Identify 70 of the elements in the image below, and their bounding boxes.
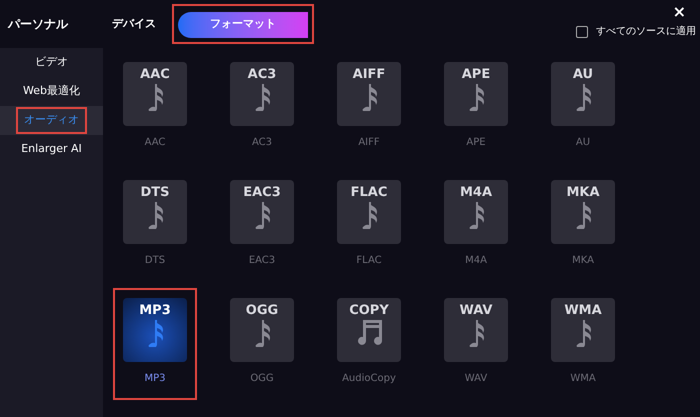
app-title: パーソナル — [8, 16, 70, 33]
sidebar-item[interactable]: オーディオ — [16, 107, 87, 134]
format-label: OGG — [250, 372, 274, 386]
format-name: FLAC — [350, 186, 388, 199]
format-tile[interactable]: AC3 — [230, 62, 294, 126]
format-label: AC3 — [252, 136, 272, 150]
music-note-icon — [147, 84, 163, 111]
format-name: OGG — [246, 304, 278, 317]
format-tab[interactable]: フォーマット — [178, 12, 308, 38]
format-name: MP3 — [139, 304, 171, 317]
format-name: WMA — [564, 304, 602, 317]
music-note-icon — [468, 84, 484, 111]
format-name: WAV — [460, 304, 492, 317]
format-tile[interactable]: FLAC — [337, 180, 401, 244]
format-tile[interactable]: WMA — [551, 298, 615, 362]
format-tile[interactable]: AU — [551, 62, 615, 126]
close-button[interactable]: × — [672, 4, 686, 20]
format-tile[interactable]: MKA — [551, 180, 615, 244]
format-name: MKA — [566, 186, 600, 199]
music-note-icon — [254, 320, 270, 347]
sidebar-item[interactable]: ビデオ — [27, 49, 76, 76]
format-tile[interactable]: AIFF — [337, 62, 401, 126]
format-label: MKA — [572, 254, 594, 268]
format-label: AAC — [144, 136, 166, 150]
format-tile[interactable]: AAC — [123, 62, 187, 126]
format-label: AIFF — [358, 136, 380, 150]
sidebar-item[interactable]: Enlarger AI — [13, 136, 90, 163]
format-name: M4A — [460, 186, 492, 199]
format-label: EAC3 — [248, 254, 276, 268]
format-tile[interactable]: OGG — [230, 298, 294, 362]
music-note-icon — [468, 202, 484, 229]
format-label: M4A — [465, 254, 487, 268]
format-tile[interactable]: WAV — [444, 298, 508, 362]
format-label: DTS — [144, 254, 166, 268]
music-note-icon — [254, 84, 270, 111]
format-tile[interactable]: APE — [444, 62, 508, 126]
music-note-icon — [147, 202, 163, 229]
format-name: EAC3 — [243, 186, 281, 199]
music-note-icon — [575, 202, 591, 229]
format-label: FLAC — [356, 254, 382, 268]
format-tile[interactable]: DTS — [123, 180, 187, 244]
format-label: WMA — [570, 372, 596, 386]
music-note-icon — [254, 202, 270, 229]
music-note-icon — [361, 84, 377, 111]
music-notes-icon — [356, 320, 382, 346]
music-note-icon — [575, 320, 591, 347]
format-tile[interactable]: M4A — [444, 180, 508, 244]
format-tab[interactable]: デバイス — [110, 12, 158, 38]
format-tile[interactable]: MP3 — [123, 298, 187, 362]
music-note-icon — [468, 320, 484, 347]
format-label: MP3 — [144, 372, 166, 386]
format-name: COPY — [349, 304, 389, 317]
format-label: APE — [466, 136, 486, 150]
format-tile[interactable]: COPY — [337, 298, 401, 362]
format-name: AU — [572, 68, 594, 81]
music-note-icon — [575, 84, 591, 111]
format-label: WAV — [464, 372, 488, 386]
music-note-icon — [147, 320, 163, 347]
format-name: AC3 — [248, 68, 276, 81]
format-name: APE — [462, 68, 490, 81]
music-note-icon — [361, 202, 377, 229]
format-label: AudioCopy — [342, 372, 396, 386]
format-name: AAC — [140, 68, 170, 81]
format-label: AU — [576, 136, 590, 150]
format-name: AIFF — [352, 68, 386, 81]
sidebar-item[interactable]: Web最適化 — [15, 78, 88, 105]
checkbox-label: すべてのソースに適用 — [596, 24, 696, 39]
format-name: DTS — [140, 186, 170, 199]
format-tile[interactable]: EAC3 — [230, 180, 294, 244]
checkbox[interactable] — [576, 26, 588, 38]
